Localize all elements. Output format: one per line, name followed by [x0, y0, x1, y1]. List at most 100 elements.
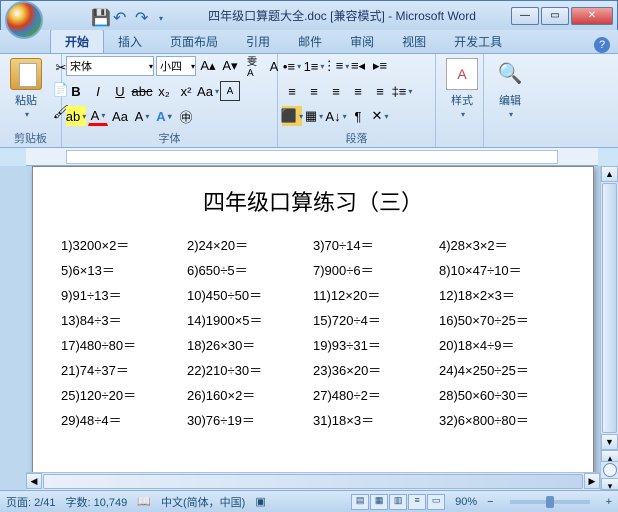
- editing-dropdown-icon[interactable]: [507, 108, 513, 120]
- underline-icon[interactable]: U: [110, 81, 130, 101]
- sort-icon[interactable]: A↓: [326, 106, 346, 126]
- phonetic-guide-icon[interactable]: 雯A: [242, 56, 262, 76]
- problem-grid: 1)3200×2＝2)24×20＝3)70÷14＝4)28×3×2＝5)6×13…: [61, 235, 565, 429]
- save-icon[interactable]: 💾: [91, 8, 107, 24]
- problem-item: 13)84÷3＝: [61, 310, 187, 329]
- superscript-icon[interactable]: x²: [176, 81, 196, 101]
- decrease-indent-icon[interactable]: ≡◂: [348, 56, 368, 76]
- tab-view[interactable]: 视图: [388, 30, 440, 53]
- vertical-scrollbar[interactable]: ▲ ▼ ▴ ▾: [600, 166, 618, 490]
- close-button[interactable]: ✕: [571, 7, 613, 25]
- select-browse-icon[interactable]: [603, 463, 617, 477]
- office-button[interactable]: [5, 1, 43, 39]
- tab-home[interactable]: 开始: [50, 29, 104, 53]
- status-words[interactable]: 字数: 10,749: [66, 494, 128, 510]
- window-controls: — ▭ ✕: [511, 7, 613, 25]
- redo-icon[interactable]: ↷: [135, 8, 151, 24]
- font-size-value: 小四: [160, 58, 182, 74]
- vertical-ruler[interactable]: [0, 166, 26, 490]
- numbering-icon[interactable]: 1≡: [304, 56, 324, 76]
- distribute-icon[interactable]: ≡: [370, 81, 390, 101]
- bullets-icon[interactable]: •≡: [282, 56, 302, 76]
- zoom-in-icon[interactable]: +: [606, 496, 612, 508]
- status-zoom[interactable]: 90%: [455, 496, 477, 508]
- asian-text-icon[interactable]: ✕: [370, 106, 390, 126]
- horizontal-ruler[interactable]: [26, 148, 598, 166]
- zoom-out-icon[interactable]: −: [487, 496, 493, 508]
- char-shading-icon[interactable]: Aa: [110, 106, 130, 126]
- change-case-icon[interactable]: Aa: [198, 81, 218, 101]
- tab-insert[interactable]: 插入: [104, 30, 156, 53]
- align-center-icon[interactable]: ≡: [304, 81, 324, 101]
- status-language[interactable]: 中文(简体，中国): [161, 494, 245, 510]
- prev-page-icon[interactable]: ▴: [601, 450, 618, 462]
- minimize-button[interactable]: —: [511, 7, 539, 25]
- align-right-icon[interactable]: ≡: [326, 81, 346, 101]
- scroll-down-icon[interactable]: ▼: [601, 434, 618, 450]
- enclose-char-icon[interactable]: A: [132, 106, 152, 126]
- tab-review[interactable]: 审阅: [336, 30, 388, 53]
- scroll-thumb[interactable]: [602, 183, 617, 433]
- help-icon[interactable]: ?: [594, 37, 610, 53]
- macro-record-icon[interactable]: ▣: [255, 495, 265, 508]
- asian-layout-icon[interactable]: ㊥: [176, 106, 196, 126]
- group-label-font: 字体: [66, 129, 273, 147]
- font-color-icon[interactable]: A: [88, 106, 108, 126]
- problem-item: 27)480÷2＝: [313, 385, 439, 404]
- paste-button[interactable]: 粘贴: [4, 56, 48, 122]
- strike-icon[interactable]: abc: [132, 81, 152, 101]
- line-spacing-icon[interactable]: ‡≡: [392, 81, 412, 101]
- borders-icon[interactable]: ▦: [304, 106, 324, 126]
- quick-access-toolbar: 💾 ↶ ↷: [91, 8, 173, 24]
- italic-icon[interactable]: I: [88, 81, 108, 101]
- problem-item: 23)36×20＝: [313, 360, 439, 379]
- paste-dropdown-icon[interactable]: [23, 108, 29, 120]
- tab-layout[interactable]: 页面布局: [156, 30, 232, 53]
- show-marks-icon[interactable]: ¶: [348, 106, 368, 126]
- qat-customize-icon[interactable]: [157, 8, 173, 24]
- shading-icon[interactable]: ⬛: [282, 106, 302, 126]
- group-label-styles: [440, 133, 479, 147]
- multilevel-icon[interactable]: ⋮≡: [326, 56, 346, 76]
- text-effect-icon[interactable]: A: [154, 106, 174, 126]
- subscript-icon[interactable]: x₂: [154, 81, 174, 101]
- align-left-icon[interactable]: ≡: [282, 81, 302, 101]
- tab-developer[interactable]: 开发工具: [440, 30, 516, 53]
- zoom-slider[interactable]: [510, 500, 590, 504]
- scroll-left-icon[interactable]: ◀: [26, 473, 42, 489]
- scroll-up-icon[interactable]: ▲: [601, 166, 618, 182]
- scroll-right-icon[interactable]: ▶: [584, 473, 600, 489]
- bold-icon[interactable]: B: [66, 81, 86, 101]
- maximize-button[interactable]: ▭: [541, 7, 569, 25]
- styles-label: 样式: [451, 92, 473, 108]
- outline-icon[interactable]: ≡: [408, 494, 426, 510]
- styles-button[interactable]: A 样式: [440, 56, 484, 122]
- shrink-font-icon[interactable]: A▾: [220, 56, 240, 76]
- hscroll-thumb[interactable]: [43, 474, 583, 489]
- char-border-icon[interactable]: A: [220, 81, 240, 101]
- spell-check-icon[interactable]: 📖: [137, 495, 151, 508]
- problem-item: 21)74÷37＝: [61, 360, 187, 379]
- justify-icon[interactable]: ≡: [348, 81, 368, 101]
- editing-button[interactable]: 🔍 编辑: [488, 56, 532, 122]
- document-page[interactable]: 四年级口算练习（三） 1)3200×2＝2)24×20＝3)70÷14＝4)28…: [32, 166, 594, 490]
- undo-icon[interactable]: ↶: [113, 8, 129, 24]
- styles-dropdown-icon[interactable]: [459, 108, 465, 120]
- grow-font-icon[interactable]: A▴: [198, 56, 218, 76]
- increase-indent-icon[interactable]: ▸≡: [370, 56, 390, 76]
- tab-references[interactable]: 引用: [232, 30, 284, 53]
- font-name-select[interactable]: 宋体▾: [66, 56, 154, 76]
- horizontal-scrollbar[interactable]: ◀ ▶: [26, 472, 600, 490]
- zoom-slider-thumb[interactable]: [546, 496, 554, 508]
- ribbon: 粘贴 ✂ 📄 🖌 剪贴板 宋体▾ 小四▾ A▴ A▾ 雯A A B I: [0, 54, 618, 148]
- web-layout-icon[interactable]: ▥: [389, 494, 407, 510]
- highlight-icon[interactable]: ab: [66, 106, 86, 126]
- draft-icon[interactable]: ▭: [427, 494, 445, 510]
- font-size-select[interactable]: 小四▾: [156, 56, 196, 76]
- full-screen-icon[interactable]: ▦: [370, 494, 388, 510]
- next-page-icon[interactable]: ▾: [601, 478, 618, 490]
- print-layout-icon[interactable]: ▤: [351, 494, 369, 510]
- tab-mailings[interactable]: 邮件: [284, 30, 336, 53]
- view-buttons: ▤ ▦ ▥ ≡ ▭: [351, 494, 445, 510]
- status-page[interactable]: 页面: 2/41: [6, 494, 56, 510]
